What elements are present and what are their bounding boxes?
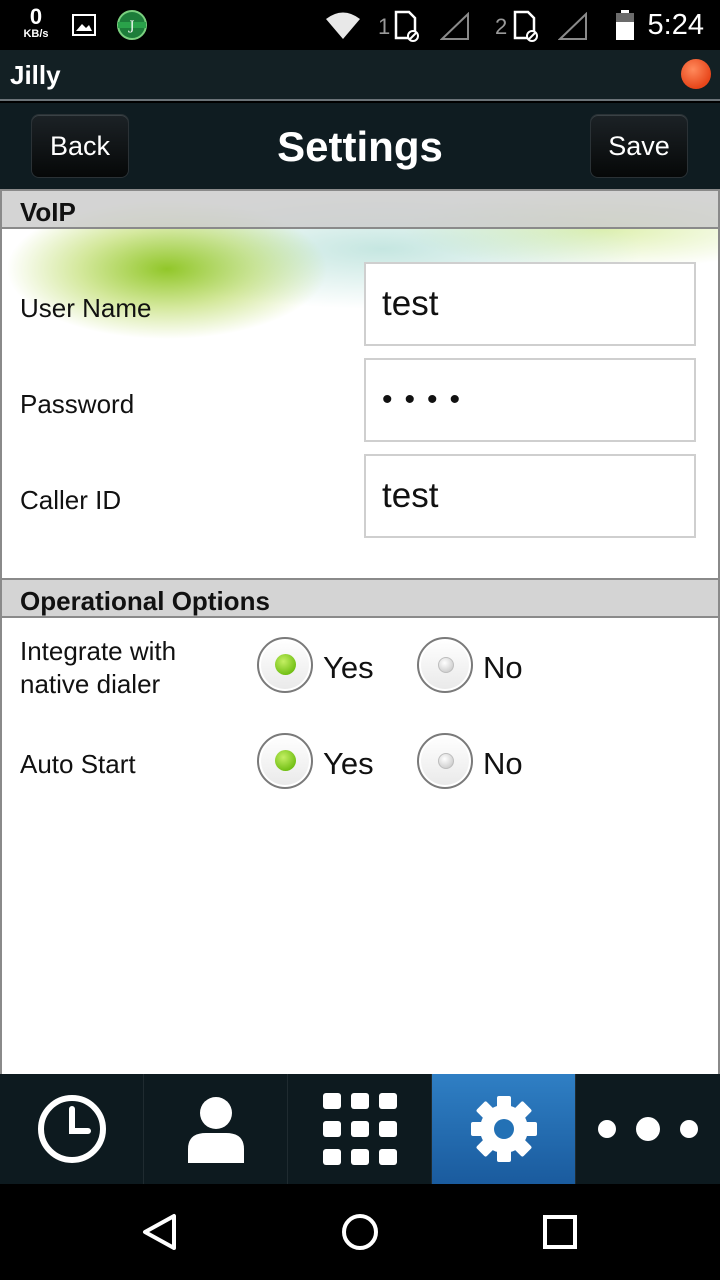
sim-card-icon [394,10,419,42]
app-title-bar: Jilly [0,50,720,101]
caller-id-input[interactable]: test [364,454,696,538]
network-speed: 0 KB/s [18,6,54,40]
sim2-label: 2 [495,14,508,39]
bottom-tab-bar [0,1074,720,1184]
user-name-input[interactable]: test [364,262,696,346]
operational-section-header: Operational Options [2,578,718,618]
recents-square-icon[interactable] [542,1212,578,1252]
tab-more[interactable] [576,1074,720,1184]
integrate-dialer-label-line1: Integrate with [20,636,177,666]
auto-start-no-radio[interactable] [417,733,473,789]
user-name-label: User Name [20,293,152,323]
auto-start-yes-radio[interactable] [257,733,313,789]
gallery-icon [72,14,96,36]
battery-icon [616,10,634,40]
operational-section-title: Operational Options [20,586,270,616]
radio-selected-dot [275,654,296,675]
signal-icon [558,12,587,40]
home-circle-icon[interactable] [340,1212,380,1252]
sim-card-icon [513,10,538,42]
integrate-dialer-yes-radio[interactable] [257,637,313,693]
caller-id-label: Caller ID [20,485,122,515]
network-speed-value: 0 [29,4,43,29]
auto-start-yes-label[interactable]: Yes [323,746,374,782]
radio-empty-dot [438,657,454,673]
contacts-person-icon [187,1097,244,1163]
tab-history[interactable] [0,1074,144,1184]
radio-selected-dot [275,750,296,771]
more-dots-icon [598,1117,698,1141]
dialpad-grid-icon [322,1093,397,1165]
back-triangle-icon[interactable] [140,1212,180,1252]
status-indicator-dot [681,59,711,89]
history-clock-icon [37,1095,106,1163]
settings-content: VoIP User Name test Password •••• Caller… [0,189,720,1074]
integrate-dialer-no-radio[interactable] [417,637,473,693]
wifi-icon [326,12,360,39]
password-label: Password [20,389,135,419]
status-bar: 0 KB/s J 1 2 5:24 [0,0,720,50]
signal-icon [440,12,469,40]
auto-start-label: Auto Start [20,749,136,779]
tab-contacts[interactable] [144,1074,288,1184]
integrate-dialer-yes-label[interactable]: Yes [323,650,374,686]
settings-gear-icon [470,1096,537,1162]
svg-text:J: J [127,19,134,34]
settings-header: Back Settings Save [0,103,720,189]
tab-settings[interactable] [432,1074,576,1184]
app-badge-icon: J [117,10,147,40]
save-button[interactable]: Save [591,115,687,177]
app-title: Jilly [10,60,61,90]
integrate-dialer-label-line2: native dialer [20,669,161,699]
radio-empty-dot [438,753,454,769]
tab-dialpad[interactable] [288,1074,432,1184]
integrate-dialer-no-label[interactable]: No [483,650,523,686]
clock-time: 5:24 [647,9,704,41]
voip-section-title: VoIP [20,197,76,227]
sim1-label: 1 [378,14,391,39]
password-input[interactable]: •••• [364,358,696,442]
voip-section-header: VoIP [2,189,718,229]
system-navigation-bar [0,1184,720,1280]
network-speed-unit: KB/s [23,28,49,40]
auto-start-no-label[interactable]: No [483,746,523,782]
